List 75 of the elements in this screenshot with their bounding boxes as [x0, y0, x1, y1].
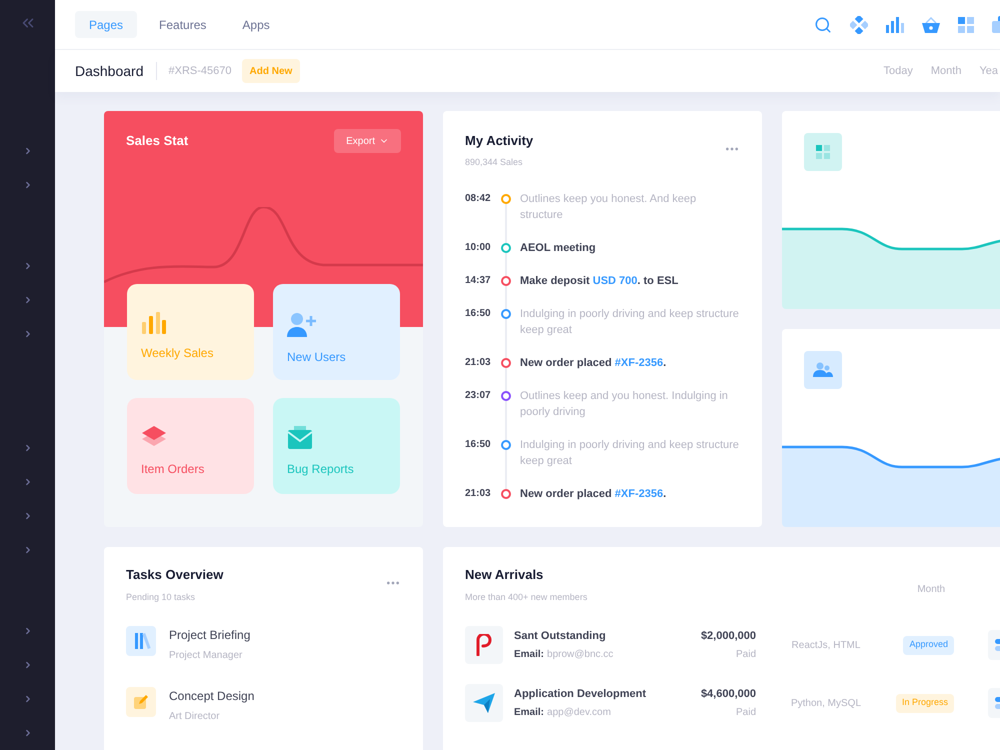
email-text: app@dev.com — [547, 706, 611, 720]
nav-tab[interactable]: Pages — [75, 11, 138, 38]
task-role: Project Manager — [169, 649, 244, 663]
task-role: Art Director — [169, 710, 221, 724]
activity-time: 14:37 — [465, 274, 492, 288]
status-badge: In Progress — [896, 694, 954, 712]
search-icon[interactable] — [814, 16, 832, 34]
card-subtitle: More than 400+ new members — [465, 590, 588, 604]
payment-status: Paid — [736, 648, 756, 662]
amount: $2,000,000 — [700, 628, 756, 644]
stat-tile[interactable]: Item Orders — [127, 398, 254, 494]
arrival-name[interactable]: Sant Outstanding — [514, 628, 674, 644]
stat-tile[interactable]: Bug Reports — [273, 398, 400, 494]
highlight-link[interactable]: #XF-2356 — [614, 488, 664, 500]
tile-label: Weekly Sales — [141, 345, 214, 362]
card-subtitle: 890,344 Sales — [465, 156, 524, 168]
stat-tile[interactable]: New Users — [273, 284, 400, 380]
bar-chart-icon[interactable] — [886, 16, 904, 32]
email-label: Email: — [514, 706, 544, 720]
activity-time: 21:03 — [465, 356, 492, 370]
amount: $4,600,000 — [700, 686, 756, 702]
activity-text: AEOL meeting — [520, 241, 597, 256]
activity-text: Indulging in poorly driving and keep structure keep great — [520, 438, 740, 469]
basket-icon[interactable] — [922, 16, 940, 32]
activity-text: Outlines keep you honest. And keep structure — [520, 192, 698, 223]
stat-tile[interactable]: Weekly Sales — [127, 284, 254, 380]
activity-time: 21:03 — [465, 487, 492, 501]
activity-time: 16:50 — [465, 307, 492, 321]
books-icon — [126, 626, 156, 656]
task-title[interactable]: Concept Design — [169, 687, 254, 705]
grid-icon[interactable] — [958, 16, 974, 32]
company-logo — [465, 626, 503, 664]
activity-text: Make deposit USD 700. to ESL — [520, 274, 680, 289]
tile-label: New Users — [287, 349, 347, 366]
period-tab[interactable]: Month — [930, 62, 962, 80]
activity-text: New order placed #XF-2356. — [520, 487, 668, 502]
card-title: My Activity — [465, 132, 534, 150]
email-label: Email: — [514, 648, 544, 662]
tile-label: Item Orders — [141, 461, 206, 478]
activity-time: 16:50 — [465, 438, 492, 452]
add-new-button[interactable]: Add New — [242, 59, 300, 83]
envelope-icon — [287, 426, 313, 450]
page-code: #XRS-45670 — [168, 64, 232, 79]
activity-text: Indulging in poorly driving and keep structure keep great — [520, 307, 740, 338]
payment-status: Paid — [736, 706, 756, 720]
highlight-link[interactable]: USD 700 — [592, 275, 638, 287]
period-tab[interactable]: Month — [917, 575, 946, 604]
card-title: Sales Stat — [126, 132, 188, 150]
add-user-icon — [287, 312, 317, 338]
company-logo — [465, 684, 503, 722]
nav-tab[interactable]: Apps — [228, 11, 284, 38]
task-title[interactable]: Project Briefing — [169, 626, 250, 644]
activity-time: 23:07 — [465, 389, 492, 403]
page-title: Dashboard — [75, 62, 144, 80]
tile-label: Bug Reports — [287, 461, 355, 478]
tech-stack: ReactJs, HTML — [790, 638, 862, 652]
activity-time: 10:00 — [465, 241, 492, 255]
highlight-link[interactable]: #XF-2356 — [614, 357, 664, 369]
edit-icon — [126, 687, 156, 717]
status-badge: Approved — [903, 636, 954, 654]
diamond-dots-icon[interactable] — [850, 16, 868, 34]
activity-time: 08:42 — [465, 192, 492, 206]
card-title: Tasks Overview — [126, 566, 224, 584]
nav-tab[interactable]: Features — [145, 11, 220, 38]
card-title: New Arrivals — [465, 566, 544, 584]
period-tab[interactable]: Yea — [979, 62, 998, 80]
email-text: bprow@bnc.cc — [547, 648, 614, 662]
period-tab[interactable]: Today — [884, 62, 913, 80]
tech-stack: Python, MySQL — [790, 696, 862, 710]
bar-chart-icon — [141, 312, 167, 334]
card-subtitle: Pending 10 tasks — [126, 590, 196, 604]
activity-text: Outlines keep and you honest. Indulging in poorly driving — [520, 389, 729, 420]
activity-text: New order placed #XF-2356. — [520, 356, 668, 371]
arrival-name[interactable]: Application Development — [514, 686, 674, 702]
export-button[interactable]: Export — [334, 129, 401, 153]
